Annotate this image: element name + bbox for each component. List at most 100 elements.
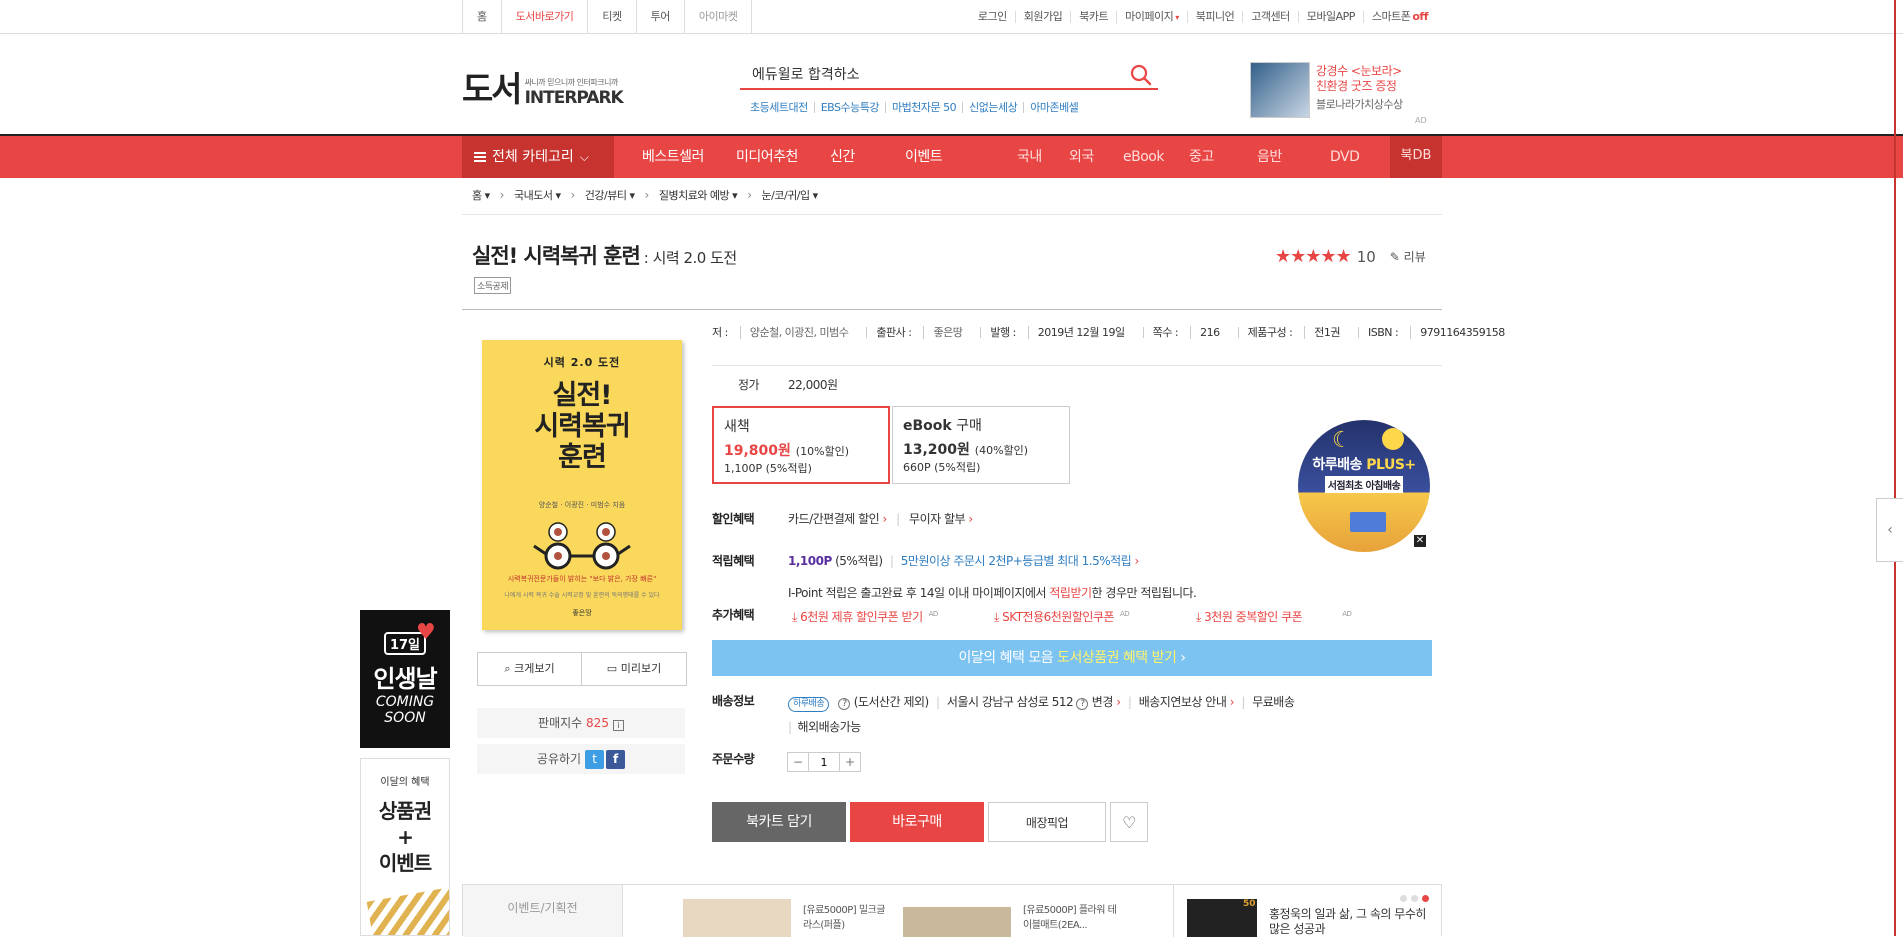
carousel-dot-active[interactable]	[1422, 895, 1429, 902]
service-tab-ticket[interactable]: 티켓	[588, 0, 637, 34]
nav-bookdb[interactable]: 북DB	[1390, 136, 1442, 178]
chevron-down-icon: ▾	[1175, 12, 1179, 22]
point-extra-link[interactable]: 5만원이상 주문시 2천P+등급별 최대 1.5%적립 ›	[901, 554, 1140, 568]
site-logo[interactable]: 도서 싸니까 믿으니까 인터파크니까 INTERPARK	[462, 62, 624, 111]
address-change-link[interactable]: 변경 ›	[1092, 695, 1121, 709]
review-link[interactable]: ✎ 리뷰	[1390, 248, 1426, 265]
wishlist-heart-icon[interactable]: ♡	[1110, 802, 1148, 842]
service-tab-books[interactable]: 도서바로가기	[502, 0, 589, 34]
download-icon: ⤓	[1196, 610, 1201, 624]
book-cover[interactable]: 시력 2.0 도전 실전! 시력복귀 훈련 양순철 · 이광진 · 미범수 지음 시…	[482, 340, 682, 630]
card-discount-link[interactable]: 카드/간편결제 할인 ›	[788, 512, 887, 526]
bookcart-link[interactable]: 북카트	[1070, 11, 1116, 23]
logo-text: 도서	[462, 70, 523, 110]
nav-bestseller[interactable]: 베스트셀러	[642, 136, 704, 178]
carousel-dot[interactable]	[1400, 895, 1407, 902]
nav-music[interactable]: 음반	[1257, 136, 1282, 178]
zoom-button[interactable]: ⌕ 크게보기	[477, 652, 582, 686]
side-panel-toggle[interactable]: ‹	[1876, 498, 1903, 562]
coupon-link[interactable]: ⤓ 6천원 제휴 할인쿠폰 받기 AD	[792, 608, 938, 625]
product-thumbnail[interactable]	[903, 907, 1011, 937]
breadcrumb-item[interactable]: 국내도서 ▾	[514, 187, 561, 203]
keyword-link[interactable]: 아마존베셀	[1023, 102, 1084, 113]
nav-used[interactable]: 중고	[1189, 136, 1214, 178]
sun-icon	[1382, 428, 1404, 450]
nav-foreign[interactable]: 외국	[1069, 136, 1094, 178]
smartphone-link[interactable]: 스마트폰 off	[1362, 11, 1436, 23]
option-price: 13,200원 (40%할인)	[903, 442, 1029, 458]
nav-new-release[interactable]: 신간	[830, 136, 855, 178]
book-subtitle: : 시력 2.0 도전	[643, 249, 737, 267]
nav-dvd[interactable]: DVD	[1330, 136, 1360, 178]
discount-items: 카드/간편결제 할인 › | 무이자 할부 ›	[788, 512, 973, 526]
side-banner-benefits[interactable]: 이달의 혜택 상품권 + 이벤트	[360, 758, 450, 936]
nav-domestic[interactable]: 국내	[1017, 136, 1042, 178]
breadcrumb-item[interactable]: 질병치료와 예방 ▾	[659, 187, 738, 203]
bookpinion-link[interactable]: 북피니언	[1186, 11, 1242, 23]
breadcrumb-home[interactable]: 홈 ▾	[472, 187, 490, 203]
customer-center-link[interactable]: 고객센터	[1242, 11, 1297, 23]
logo-sub: 싸니까 믿으니까 인터파크니까 INTERPARK	[525, 77, 624, 108]
delivery-label: 배송정보	[712, 694, 755, 708]
help-icon[interactable]: ?	[1076, 698, 1089, 710]
haru-subtitle: 서점최초 아침배송	[1324, 476, 1404, 493]
keyword-link[interactable]: 신없는세상	[962, 102, 1023, 113]
quantity-minus-button[interactable]: −	[788, 753, 808, 771]
delivery-info: 하루배송 ? (도서산간 제외) | 서울시 강남구 삼성로 512 ? 변경 …	[788, 693, 1295, 712]
promo-item-link[interactable]: [유료5000P] 플라워 테이블매트(2EA...	[1023, 903, 1123, 933]
mobile-app-link[interactable]: 모바일APP	[1297, 11, 1363, 23]
meta-date: 발행 : 2019년 12월 19일	[980, 326, 1142, 339]
list-price-value: 22,000원	[788, 378, 838, 392]
side-banner-event[interactable]: ♥ 17일 인생날 COMING SOON	[360, 610, 450, 748]
signup-link[interactable]: 회원가입	[1014, 11, 1070, 23]
close-icon[interactable]: ✕	[1414, 535, 1426, 547]
facebook-icon[interactable]: f	[606, 750, 626, 769]
promo-item-link[interactable]: [유료5000P] 밀크글라스(퍼플)	[803, 903, 893, 933]
quantity-plus-button[interactable]: +	[840, 753, 860, 771]
search-icon[interactable]	[1130, 64, 1152, 86]
search-input[interactable]	[740, 60, 1110, 88]
keyword-link[interactable]: EBS수능특강	[813, 102, 885, 113]
header-ad-banner[interactable]: 강경수 <눈보라> 친환경 굿즈 증정 블로나라가치상수상 AD	[1250, 62, 1450, 125]
quantity-input[interactable]	[808, 753, 840, 771]
add-to-cart-button[interactable]: 북카트 담기	[712, 802, 846, 842]
meta-pages: 쪽수 : 216	[1142, 326, 1238, 339]
tab-events[interactable]: 이벤트/기획전	[463, 885, 623, 937]
all-category-button[interactable]: 전체 카테고리 ⌵	[462, 136, 614, 178]
cover-publisher: 좋은땅	[572, 609, 592, 617]
login-link[interactable]: 로그인	[970, 11, 1015, 23]
tax-deduction-badge: 소득공제	[474, 277, 512, 294]
service-tab-home[interactable]: 홈	[463, 0, 502, 34]
nav-media-recommend[interactable]: 미디어추천	[736, 136, 798, 178]
delay-compensation-link[interactable]: 배송지연보상 안내 ›	[1139, 695, 1235, 709]
breadcrumb-item[interactable]: 건강/뷰티 ▾	[585, 187, 635, 203]
keyword-link[interactable]: 초등세트대전	[750, 102, 814, 113]
coupon-link[interactable]: ⤓ 3천원 중복할인 쿠폰 AD	[1196, 608, 1352, 625]
monthly-benefit-bar[interactable]: 이달의 혜택 모음 도서상품권 혜택 받기 ›	[712, 640, 1432, 676]
chevron-right-icon: ›	[968, 512, 973, 526]
overseas-delivery: | 해외배송가능	[788, 720, 861, 734]
book-meta: 저 : 양순철, 이광진, 미범수 출판사 : 좋은땅 발행 : 2019년 1…	[712, 326, 1523, 339]
store-pickup-button[interactable]: 매장픽업	[988, 802, 1106, 842]
mypage-link[interactable]: 마이페이지 ▾	[1116, 10, 1187, 24]
installment-link[interactable]: 무이자 할부 ›	[909, 512, 973, 526]
chevron-right-icon: ›	[499, 188, 505, 202]
ebook-option[interactable]: eBook 구매 13,200원 (40%할인) 660P (5%적립)	[892, 406, 1070, 484]
twitter-icon[interactable]: t	[585, 750, 605, 769]
service-tab-tour[interactable]: 투어	[637, 0, 685, 34]
preview-button[interactable]: ▭ 미리보기	[582, 652, 687, 686]
nav-event[interactable]: 이벤트	[905, 136, 943, 178]
keyword-link[interactable]: 마법천자문 50	[885, 102, 962, 113]
nav-ebook[interactable]: eBook	[1123, 136, 1164, 178]
service-tab-imarket[interactable]: 아이마켓	[685, 0, 753, 34]
breadcrumb-item[interactable]: 눈/코/귀/입 ▾	[762, 187, 819, 203]
info-icon[interactable]: i	[612, 720, 624, 731]
new-book-option[interactable]: 새책 19,800원 (10%할인) 1,100P (5%적립)	[712, 406, 890, 484]
help-icon[interactable]: ?	[838, 698, 851, 710]
carousel-dot[interactable]	[1411, 895, 1418, 902]
product-thumbnail[interactable]	[683, 899, 791, 937]
recommend-book-link[interactable]: 홍정욱의 일과 삶, 그 속의 무수히 많은 성공과	[1269, 907, 1439, 937]
buy-now-button[interactable]: 바로구매	[850, 802, 984, 842]
coupon-link[interactable]: ⤓ SKT전용6천원할인쿠폰 AD	[994, 608, 1130, 625]
haru-delivery-banner[interactable]: ☾ 하루배송 PLUS+ 서점최초 아침배송	[1298, 420, 1430, 552]
